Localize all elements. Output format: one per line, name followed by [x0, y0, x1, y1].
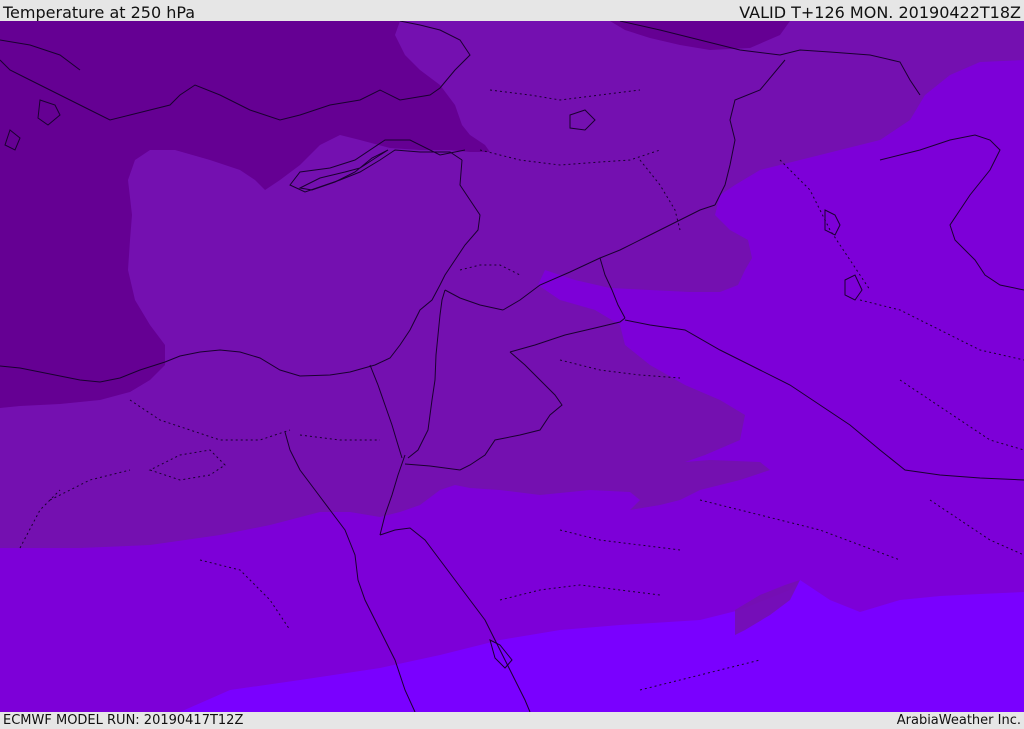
temperature-map-canvas	[0, 21, 1024, 712]
map-header: Temperature at 250 hPa VALID T+126 MON. …	[0, 0, 1024, 22]
credit-label: ArabiaWeather Inc.	[896, 713, 1021, 728]
map-footer: ECMWF MODEL RUN: 20190417T12Z ArabiaWeat…	[0, 712, 1024, 729]
model-run-label: ECMWF MODEL RUN: 20190417T12Z	[3, 713, 244, 728]
weather-map[interactable]	[0, 21, 1024, 712]
map-title: Temperature at 250 hPa	[3, 3, 196, 22]
valid-time-label: VALID T+126 MON. 20190422T18Z	[739, 3, 1021, 22]
